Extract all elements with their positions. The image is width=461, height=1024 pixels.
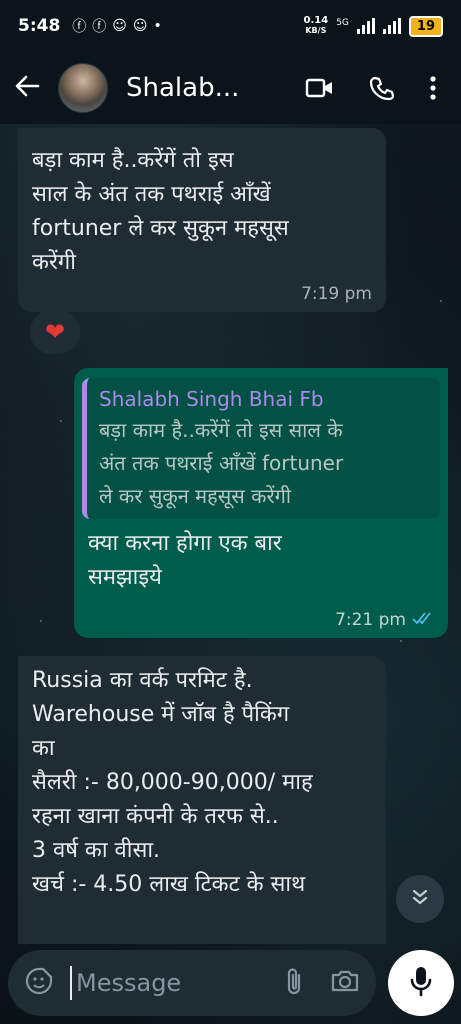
- message-time: 7:21 pm: [335, 610, 434, 630]
- message-line: करेंगी: [32, 250, 76, 275]
- attach-icon[interactable]: [284, 966, 304, 1000]
- incoming-message[interactable]: Russia का वर्क परमिट है. Warehouse में ज…: [18, 656, 386, 944]
- message-line: क्या करना होगा एक बार: [88, 531, 282, 556]
- facebook-icon: ⓕ: [92, 19, 107, 35]
- message-line: सैलरी :- 80,000-90,000/ माह: [32, 770, 313, 795]
- double-chevron-down-icon: [410, 887, 430, 911]
- message-line: fortuner ले कर सुकून महसूस: [32, 216, 289, 241]
- heart-reaction[interactable]: ❤: [30, 310, 80, 354]
- message-line: Russia का वर्क परमिट है.: [32, 668, 253, 693]
- quoted-line: अंत तक पथराई आँखें fortuner: [99, 451, 344, 475]
- notification-icons: ⓕ ⓕ ☺ ☺ •: [72, 16, 161, 36]
- mic-button[interactable]: [388, 950, 454, 1016]
- message-line: Warehouse में जॉब है पैकिंग: [32, 702, 290, 727]
- dot-icon: •: [153, 18, 162, 34]
- back-arrow-icon[interactable]: [14, 71, 50, 106]
- status-bar: 5:48 ⓕ ⓕ ☺ ☺ • 0.14 KB/S 5G 19: [0, 0, 461, 52]
- video-call-icon[interactable]: [305, 77, 335, 99]
- camera-icon[interactable]: [330, 968, 360, 998]
- chat-header: Shalab...: [0, 52, 461, 124]
- more-vert-icon[interactable]: [429, 75, 437, 101]
- message-time: 7:19 pm: [301, 284, 372, 304]
- snapchat-icon: ☺: [112, 18, 127, 34]
- status-time: 5:48: [18, 16, 61, 36]
- message-composer[interactable]: Message: [8, 950, 376, 1016]
- contact-name[interactable]: Shalab...: [126, 73, 239, 103]
- mic-icon: [409, 965, 433, 1001]
- quoted-sender: Shalabh Singh Bhai Fb: [99, 387, 324, 411]
- snapchat-icon: ☺: [132, 18, 148, 34]
- net-speed-value: 0.14: [303, 15, 329, 26]
- message-line: का: [32, 736, 55, 761]
- message-line: बड़ा काम है..करेंगें तो इस: [32, 148, 234, 173]
- time-text: 7:19 pm: [301, 284, 372, 304]
- signal-icon: [382, 18, 401, 34]
- message-input[interactable]: Message: [76, 969, 181, 997]
- signal-icon: [356, 18, 375, 34]
- message-line: रहना खाना कंपनी के तरफ से..: [32, 804, 279, 829]
- message-line: समझाइये: [88, 565, 162, 590]
- read-ticks-icon: [412, 610, 434, 630]
- facebook-icon: ⓕ: [72, 19, 87, 35]
- quoted-line: बड़ा काम है..करेंगें तो इस साल के: [99, 418, 343, 442]
- avatar[interactable]: [58, 63, 108, 113]
- message-line: खर्च :- 4.50 लाख टिकट के साथ: [32, 872, 306, 897]
- message-line: साल के अंत तक पथराई आँखें: [32, 182, 271, 207]
- battery-indicator: 19: [408, 15, 443, 37]
- phone-icon[interactable]: [369, 75, 395, 101]
- quoted-reply[interactable]: Shalabh Singh Bhai Fb बड़ा काम है..करेंग…: [82, 378, 440, 519]
- network-type: 5G: [336, 17, 349, 28]
- incoming-message[interactable]: बड़ा काम है..करेंगें तो इस साल के अंत तक…: [18, 128, 386, 312]
- time-text: 7:21 pm: [335, 610, 406, 630]
- emoji-sticker-icon[interactable]: [24, 966, 54, 1000]
- net-speed: 0.14 KB/S: [304, 16, 329, 36]
- heart-icon: ❤: [44, 318, 66, 346]
- outgoing-message[interactable]: Shalabh Singh Bhai Fb बड़ा काम है..करेंग…: [74, 368, 448, 638]
- scroll-to-bottom-button[interactable]: [396, 875, 444, 923]
- text-cursor: [70, 966, 72, 1000]
- quoted-line: ले कर सुकून महसूस करेंगी: [99, 484, 292, 508]
- net-speed-unit: KB/S: [305, 26, 327, 35]
- message-line: 3 वर्ष का वीसा.: [32, 838, 161, 863]
